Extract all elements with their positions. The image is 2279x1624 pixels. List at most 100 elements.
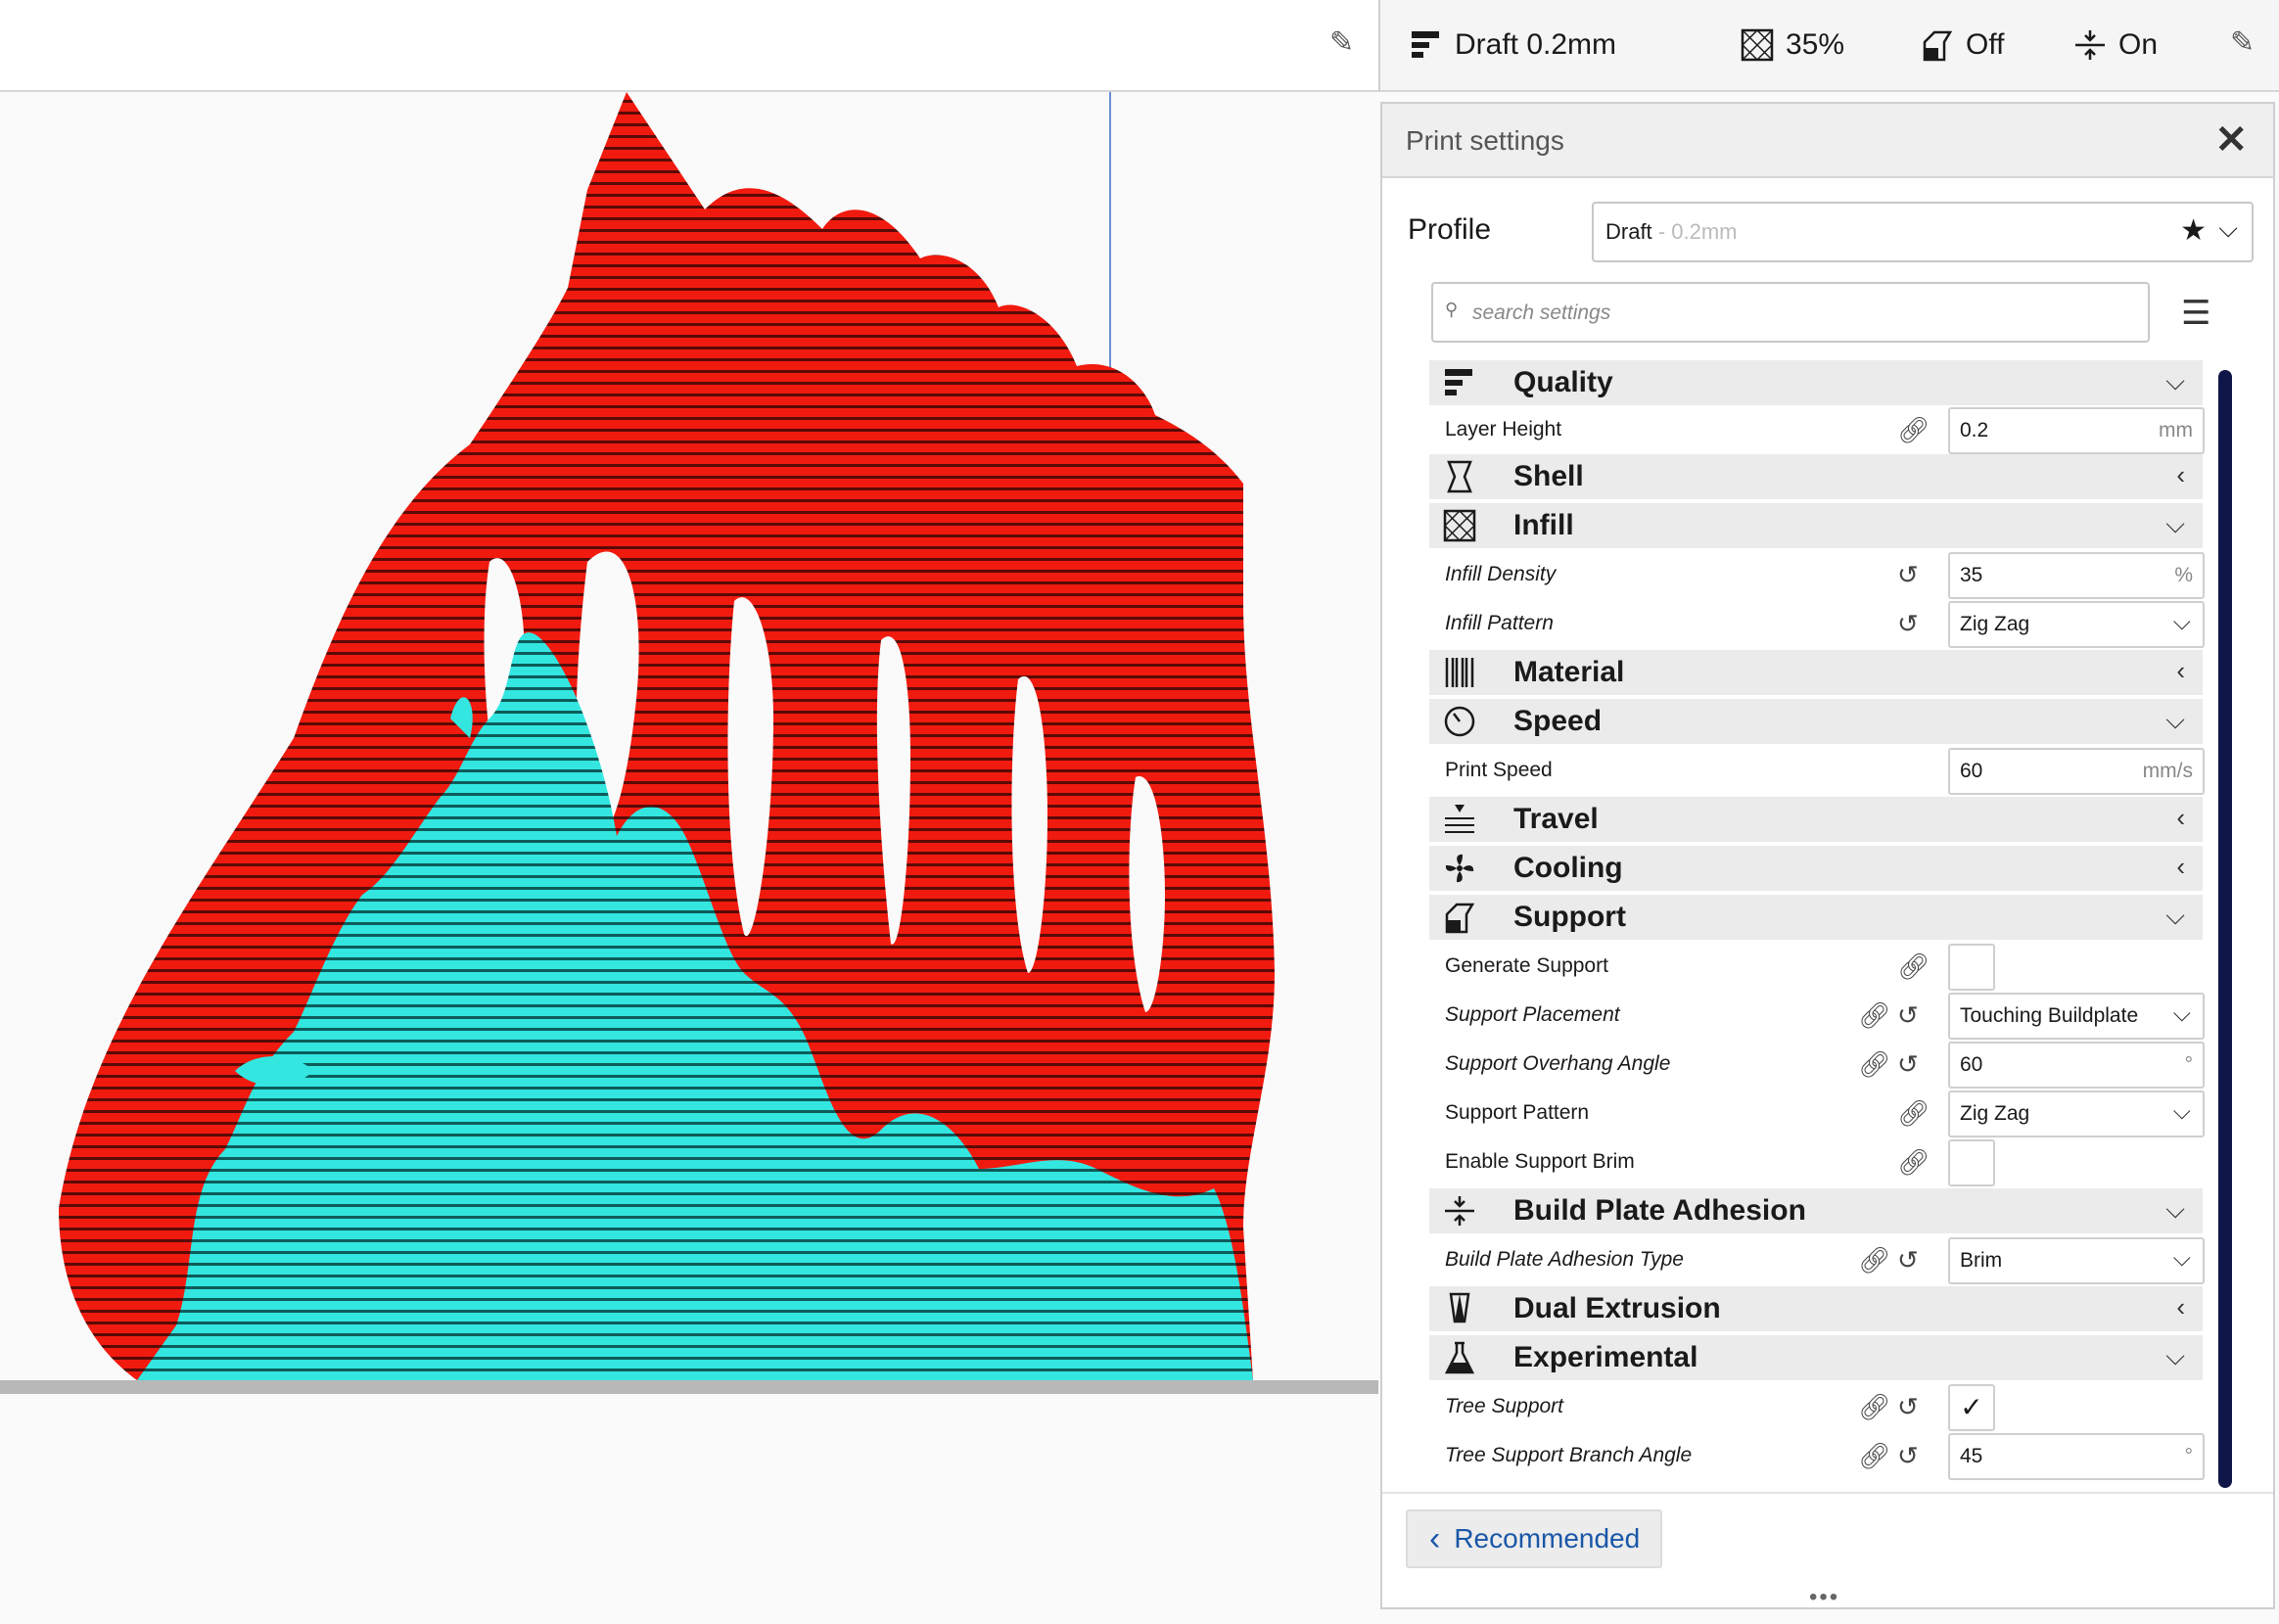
- category-label: Dual Extrusion: [1513, 1292, 1721, 1324]
- layer-view-viewport[interactable]: [0, 92, 1378, 1619]
- field-value: Zig Zag: [1960, 613, 2030, 635]
- category-cooling[interactable]: Cooling ‹: [1429, 846, 2203, 891]
- category-build-plate-adhesion[interactable]: Build Plate Adhesion ⌵: [1429, 1188, 2203, 1233]
- print-settings-panel: Print settings ✕ Profile Draft - 0.2mm ★…: [1380, 102, 2275, 1611]
- field-value: 35: [1960, 564, 1983, 586]
- close-icon[interactable]: ✕: [2214, 117, 2248, 162]
- setting-support-overhang-angle: Support Overhang Angle 🔗︎ ↺ 60 °: [1429, 1040, 2205, 1089]
- profile-label: Profile: [1408, 213, 1492, 246]
- support-icon: [1923, 30, 1953, 62]
- recommended-button[interactable]: ‹ Recommended: [1406, 1509, 1662, 1568]
- setting-label: Generate Support: [1445, 954, 1608, 977]
- search-input[interactable]: [1470, 298, 2120, 329]
- material-icon: [1445, 658, 1474, 687]
- field-value: 60: [1960, 1053, 1983, 1076]
- category-support[interactable]: Support ⌵: [1429, 895, 2203, 940]
- profile-dropdown[interactable]: Draft - 0.2mm ★ ⌵: [1592, 202, 2254, 262]
- setting-label: Tree Support Branch Angle: [1445, 1444, 1693, 1466]
- category-dual-extrusion[interactable]: Dual Extrusion ‹: [1429, 1286, 2203, 1331]
- chevron-left-icon: ‹: [2176, 1292, 2185, 1322]
- link-icon: 🔗︎: [1858, 1392, 1891, 1421]
- category-shell[interactable]: Shell ‹: [1429, 454, 2203, 499]
- chevron-down-icon: ⌵: [2218, 213, 2238, 243]
- reset-icon[interactable]: ↺: [1897, 1392, 1919, 1422]
- profile-suffix: - 0.2mm: [1651, 219, 1738, 244]
- print-speed-field[interactable]: 60 mm/s: [1948, 748, 2205, 795]
- field-value: Touching Buildplate: [1960, 1004, 2139, 1027]
- field-unit: °: [2184, 1445, 2193, 1467]
- profile-value: Draft - 0.2mm: [1605, 219, 1737, 245]
- pencil-icon[interactable]: ✎: [2230, 25, 2255, 60]
- infill-density-field[interactable]: 35%: [1948, 552, 2205, 599]
- header-support[interactable]: Off: [1921, 23, 2004, 67]
- reset-icon[interactable]: ↺: [1897, 1441, 1919, 1471]
- chevron-down-icon: ⌵: [2172, 1098, 2191, 1125]
- header-infill-label: 35%: [1786, 28, 1845, 61]
- category-label: Travel: [1513, 803, 1599, 835]
- setting-adhesion-type: Build Plate Adhesion Type 🔗︎ ↺ Brim ⌵: [1429, 1235, 2205, 1284]
- quality-icon: [1412, 31, 1439, 58]
- reset-icon[interactable]: ↺: [1897, 1049, 1919, 1080]
- category-label: Speed: [1513, 705, 1603, 737]
- header-profile[interactable]: Draft 0.2mm: [1410, 23, 1616, 67]
- support-brim-checkbox[interactable]: [1948, 1139, 1995, 1186]
- category-label: Shell: [1513, 460, 1584, 492]
- reset-icon[interactable]: ↺: [1897, 1000, 1919, 1031]
- support-placement-dropdown[interactable]: Touching Buildplate ⌵: [1948, 993, 2205, 1040]
- category-infill[interactable]: Infill ⌵: [1429, 503, 2203, 548]
- chevron-down-icon: ⌵: [2165, 366, 2185, 395]
- field-value: 60: [1960, 760, 1983, 782]
- resize-handle-icon[interactable]: •••: [1809, 1584, 1839, 1611]
- star-icon[interactable]: ★: [2180, 213, 2207, 248]
- link-icon: 🔗︎: [1858, 1441, 1891, 1470]
- category-speed[interactable]: Speed ⌵: [1429, 699, 2203, 744]
- field-unit: mm/s: [2142, 760, 2193, 782]
- support-overhang-field[interactable]: 60 °: [1948, 1042, 2205, 1089]
- header-profile-label: Draft 0.2mm: [1455, 28, 1617, 61]
- generate-support-checkbox[interactable]: [1948, 944, 1995, 991]
- chevron-left-icon: ‹: [2176, 803, 2185, 832]
- chevron-down-icon: ⌵: [2172, 1245, 2191, 1272]
- recommended-label: Recommended: [1454, 1523, 1641, 1554]
- reset-icon[interactable]: ↺: [1897, 560, 1919, 590]
- chevron-left-icon: ‹: [2176, 460, 2185, 489]
- panel-title: Print settings: [1406, 125, 1564, 156]
- tree-branch-angle-field[interactable]: 45 °: [1948, 1433, 2205, 1480]
- category-travel[interactable]: Travel ‹: [1429, 797, 2203, 842]
- category-quality[interactable]: Quality ⌵: [1429, 360, 2203, 405]
- chevron-down-icon: ⌵: [2165, 509, 2185, 538]
- search-settings-box[interactable]: ⚲: [1431, 282, 2150, 343]
- header-infill[interactable]: 35%: [1741, 23, 1844, 67]
- link-icon: 🔗︎: [1858, 1245, 1891, 1275]
- adhesion-type-dropdown[interactable]: Brim ⌵: [1948, 1237, 2205, 1284]
- link-icon: 🔗︎: [1858, 1000, 1891, 1030]
- header-adhesion[interactable]: On: [2073, 23, 2158, 67]
- fan-icon: [1445, 854, 1474, 883]
- link-icon: 🔗︎: [1858, 1049, 1891, 1079]
- print-setup-header[interactable]: Draft 0.2mm 35% Off On ✎: [1378, 0, 2279, 92]
- field-value: Zig Zag: [1960, 1102, 2030, 1125]
- setting-generate-support: Generate Support 🔗︎: [1429, 942, 2203, 991]
- tree-support-checkbox[interactable]: ✓: [1948, 1384, 1995, 1431]
- category-label: Quality: [1513, 366, 1613, 398]
- chevron-down-icon: ⌵: [2172, 609, 2191, 635]
- field-unit: %: [2174, 564, 2193, 586]
- chevron-down-icon: ⌵: [2165, 1194, 2185, 1224]
- support-pattern-dropdown[interactable]: Zig Zag ⌵: [1948, 1090, 2205, 1137]
- reset-icon[interactable]: ↺: [1897, 1245, 1919, 1276]
- header-support-label: Off: [1966, 28, 2005, 61]
- chevron-down-icon: ⌵: [2172, 1000, 2191, 1027]
- settings-scrollbar[interactable]: [2218, 370, 2232, 1488]
- setting-label: Infill Pattern: [1445, 612, 1554, 634]
- pencil-icon[interactable]: ✎: [1329, 25, 1354, 60]
- layer-height-field[interactable]: 0.2 mm: [1948, 407, 2205, 454]
- settings-menu-icon[interactable]: ☰: [2181, 294, 2210, 333]
- setting-label: Support Overhang Angle: [1445, 1052, 1671, 1075]
- shell-icon: [1447, 460, 1472, 493]
- category-material[interactable]: Material ‹: [1429, 650, 2203, 695]
- infill-pattern-dropdown[interactable]: Zig Zag ⌵: [1948, 601, 2205, 648]
- reset-icon[interactable]: ↺: [1897, 609, 1919, 639]
- chevron-left-icon: ‹: [1429, 1519, 1441, 1557]
- category-label: Cooling: [1513, 852, 1623, 884]
- category-experimental[interactable]: Experimental ⌵: [1429, 1335, 2203, 1380]
